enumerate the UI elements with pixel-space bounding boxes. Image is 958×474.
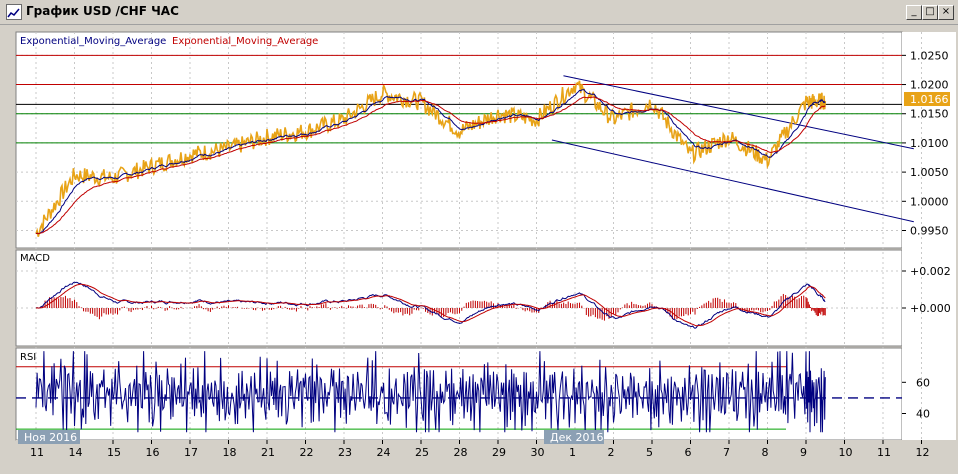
x-tick-label: 10 bbox=[839, 446, 853, 459]
x-tick-label: 22 bbox=[300, 446, 314, 459]
macd-label: MACD bbox=[20, 253, 50, 264]
x-tick-label: 29 bbox=[492, 446, 506, 459]
period-label-dec: Дек 2016 bbox=[550, 431, 604, 444]
x-tick-label: 18 bbox=[223, 446, 237, 459]
x-tick-label: 7 bbox=[723, 446, 730, 459]
chart-window-icon bbox=[6, 4, 22, 20]
y-tick-label: 1.0150 bbox=[910, 108, 949, 121]
x-tick-label: 2 bbox=[608, 446, 615, 459]
y-tick-label: 0.9950 bbox=[910, 224, 949, 237]
x-tick-label: 8 bbox=[762, 446, 769, 459]
rsi-label: RSI bbox=[20, 352, 36, 363]
period-label-nov: Ноя 2016 bbox=[24, 431, 77, 444]
x-tick-label: 23 bbox=[338, 446, 352, 459]
title-bar[interactable]: График USD /CHF ЧАС _ □ × bbox=[0, 0, 958, 25]
chart-area[interactable]: 11 14 15 16 17 18 21 22 23 24 25 28 29 30 1 2 5 6 7 8 9 10 11 1… bbox=[0, 24, 958, 474]
x-tick-label: 28 bbox=[454, 446, 468, 459]
rsi-tick-label: 60 bbox=[916, 376, 930, 389]
x-tick-label: 21 bbox=[261, 446, 275, 459]
x-tick-label: 9 bbox=[800, 446, 807, 459]
macd-tick-label: +0.000 bbox=[910, 302, 951, 315]
x-tick-label: 25 bbox=[415, 446, 429, 459]
window-title: График USD /CHF ЧАС bbox=[26, 4, 179, 18]
current-price-label: 1.0166 bbox=[910, 93, 949, 106]
x-tick-label: 12 bbox=[916, 446, 930, 459]
x-tick-label: 5 bbox=[646, 446, 653, 459]
y-tick-label: 1.0000 bbox=[910, 195, 949, 208]
x-tick-label: 6 bbox=[685, 446, 692, 459]
price-panel[interactable] bbox=[15, 31, 903, 249]
x-tick-label: 30 bbox=[531, 446, 545, 459]
x-tick-label: 24 bbox=[377, 446, 391, 459]
macd-tick-label: +0.002 bbox=[910, 265, 951, 278]
y-tick-label: 1.0200 bbox=[910, 79, 949, 92]
x-tick-label: 15 bbox=[107, 446, 121, 459]
legend-ema-red: Exponential_Moving_Average bbox=[172, 36, 318, 47]
maximize-button[interactable]: □ bbox=[922, 5, 938, 20]
x-tick-label: 1 bbox=[569, 446, 576, 459]
x-tick-label: 11 bbox=[877, 446, 891, 459]
y-tick-label: 1.0050 bbox=[910, 166, 949, 179]
legend-ema-blue: Exponential_Moving_Average bbox=[20, 36, 166, 47]
x-tick-label: 16 bbox=[146, 446, 160, 459]
close-button[interactable]: × bbox=[938, 5, 954, 20]
y-tick-label: 1.0250 bbox=[910, 49, 949, 62]
x-tick-label: 14 bbox=[69, 446, 83, 459]
minimize-button[interactable]: _ bbox=[906, 5, 922, 20]
rsi-tick-label: 40 bbox=[916, 407, 930, 420]
chart-window: График USD /CHF ЧАС _ □ × 11 14 15 16 17 18 21… bbox=[0, 0, 958, 474]
x-tick-label: 11 bbox=[30, 446, 44, 459]
x-tick-label: 17 bbox=[184, 446, 198, 459]
y-tick-label: 1.0100 bbox=[910, 137, 949, 150]
